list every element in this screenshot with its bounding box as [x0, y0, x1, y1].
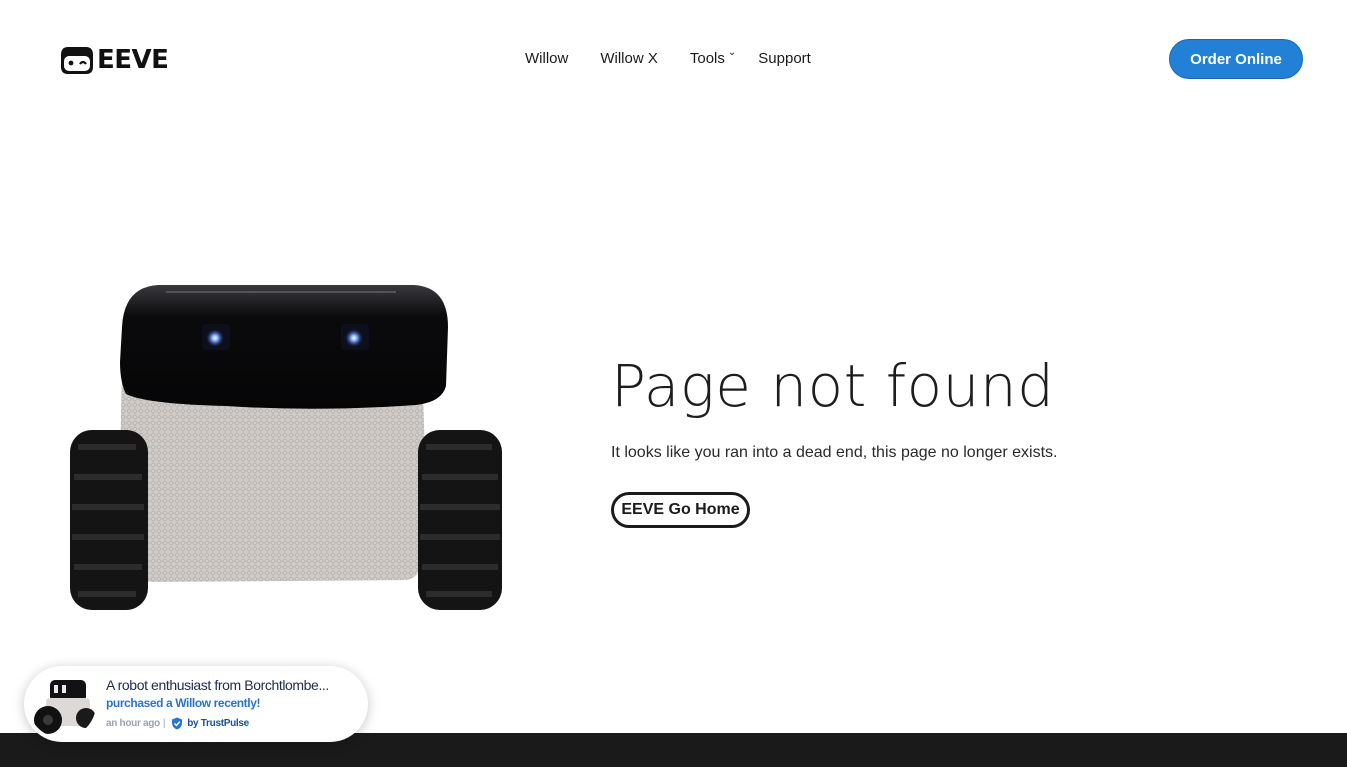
toast-verified-by[interactable]: by TrustPulse	[187, 718, 249, 729]
toast-time: an hour ago	[106, 718, 160, 729]
toast-separator: |	[162, 718, 166, 729]
product-thumbnail	[28, 670, 96, 738]
nav-support[interactable]: Support	[758, 50, 811, 67]
toast-action: purchased a Willow recently!	[106, 696, 261, 710]
robot-image	[70, 285, 502, 610]
trustpulse-notification[interactable]: A robot enthusiast from Borchtlombe... p…	[24, 666, 368, 742]
main-nav: Willow Willow X Tools ⌄ Support	[525, 47, 843, 67]
order-online-button[interactable]: Order Online	[1169, 39, 1303, 79]
brand-name: EEVE	[97, 45, 169, 75]
nav-tools-label: Tools	[689, 50, 725, 67]
brand-logo[interactable]: EEVE	[60, 44, 169, 76]
nav-tools[interactable]: Tools ⌄	[689, 47, 737, 67]
toast-meta: an hour ago | by TrustPulse	[106, 717, 249, 730]
chevron-down-icon: ⌄	[727, 47, 737, 58]
page-title: Page not found	[611, 352, 1055, 420]
nav-willow[interactable]: Willow	[525, 50, 568, 67]
robot-face-icon	[61, 47, 93, 74]
go-home-button[interactable]: EEVE Go Home	[611, 492, 750, 528]
nav-willow-x[interactable]: Willow X	[600, 50, 658, 67]
error-message: It looks like you ran into a dead end, t…	[611, 444, 1058, 461]
toast-headline: A robot enthusiast from Borchtlombe...	[106, 677, 329, 693]
check-shield-icon	[172, 717, 183, 730]
